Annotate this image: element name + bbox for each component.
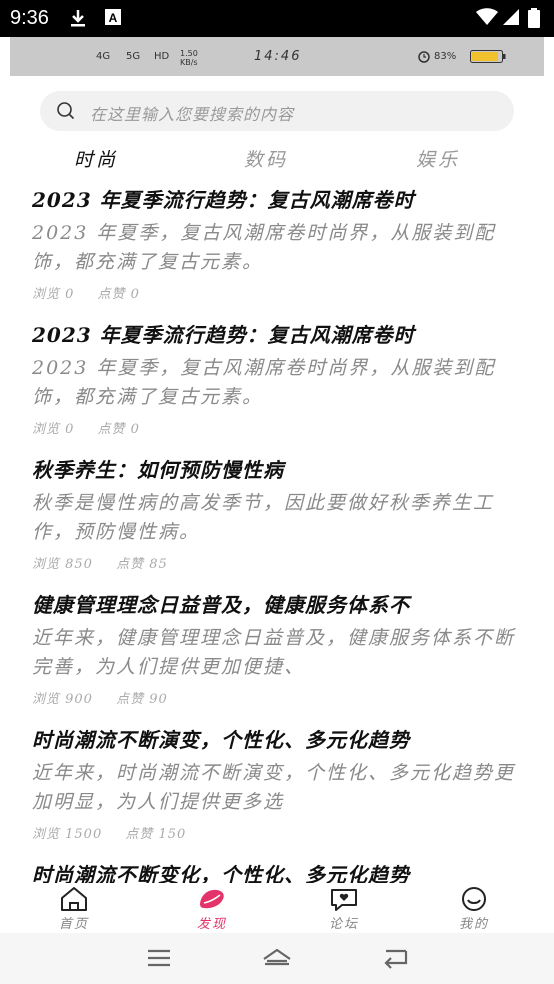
nav-profile[interactable]: 我的	[434, 883, 514, 932]
article-summary: 秋季是慢性病的高发季节，因此要做好秋季养生工作，预防慢性病。	[32, 492, 495, 543]
list-item[interactable]: 2023 年夏季流行趋势：复古风潮席卷时 2023 年夏季，复古风潮席卷时尚界，…	[32, 318, 524, 437]
system-navigation-bar	[0, 933, 554, 984]
back-icon[interactable]	[382, 947, 410, 973]
home-button-icon[interactable]	[262, 947, 292, 973]
article-stats: 浏览 0 点赞 0	[32, 418, 524, 437]
article-feed: 2023 年夏季流行趋势：复古风潮席卷时 2023 年夏季，复古风潮席卷时尚界，…	[10, 177, 544, 893]
tab-fashion[interactable]: 时尚	[74, 145, 118, 172]
nav-discover-label: 发现	[196, 917, 227, 932]
alarm-icon	[418, 51, 430, 66]
search-icon	[56, 101, 76, 125]
list-item[interactable]: 时尚潮流不断演变，个性化、多元化趋势 近年来，时尚潮流不断演变，个性化、多元化趋…	[32, 723, 524, 842]
article-title: 秋季养生：如何预防慢性病	[32, 458, 284, 482]
article-stats: 浏览 1500 点赞 150	[32, 823, 524, 842]
nav-forum-label: 论坛	[328, 917, 359, 932]
svg-text:A: A	[109, 11, 118, 25]
like-count: 点赞 0	[97, 422, 140, 437]
tab-entertainment[interactable]: 娱乐	[416, 145, 460, 172]
nav-discover[interactable]: 发现	[172, 883, 252, 932]
list-item[interactable]: 2023 年夏季流行趋势：复古风潮席卷时 2023 年夏季，复古风潮席卷时尚界，…	[32, 183, 524, 302]
article-summary: 2023 年夏季，复古风潮席卷时尚界，从服装到配饰，都充满了复古元素。	[32, 357, 496, 408]
article-title: 2023 年夏季流行趋势：复古风潮席卷时	[32, 188, 415, 212]
smiley-face-icon	[462, 887, 486, 911]
like-count: 点赞 90	[116, 692, 168, 707]
tab-digital[interactable]: 数码	[244, 145, 288, 172]
article-summary: 2023 年夏季，复古风潮席卷时尚界，从服装到配饰，都充满了复古元素。	[32, 222, 496, 273]
nav-profile-label: 我的	[458, 917, 489, 932]
view-count: 浏览 850	[32, 557, 93, 572]
view-count: 浏览 1500	[32, 827, 103, 842]
view-count: 浏览 0	[32, 422, 75, 437]
view-count: 浏览 0	[32, 287, 75, 302]
signal-5g-label: 5G	[126, 51, 141, 62]
article-stats: 浏览 0 点赞 0	[32, 283, 524, 302]
menu-icon[interactable]	[146, 947, 172, 973]
article-summary: 近年来，时尚潮流不断演变，个性化、多元化趋势更加明显，为人们提供更多选	[32, 762, 516, 813]
inner-battery-icon	[470, 50, 506, 66]
battery-percent: 83%	[434, 51, 457, 62]
search-bar[interactable]: 在这里输入您要搜索的内容	[40, 91, 514, 131]
nav-forum[interactable]: 论坛	[304, 883, 384, 932]
download-icon	[68, 8, 88, 32]
search-placeholder: 在这里输入您要搜索的内容	[90, 105, 295, 124]
inner-clock: 14:46	[254, 49, 302, 64]
wifi-icon	[476, 8, 498, 30]
category-tabs: 时尚 数码 娱乐	[10, 141, 544, 177]
net-speed: 1.50 KB/s	[180, 49, 198, 67]
like-count: 点赞 150	[125, 827, 187, 842]
article-stats: 浏览 900 点赞 90	[32, 688, 524, 707]
view-count: 浏览 900	[32, 692, 93, 707]
like-count: 点赞 85	[116, 557, 168, 572]
text-a-icon: A	[104, 8, 122, 30]
home-icon	[61, 887, 87, 911]
system-clock: 9:36	[10, 7, 49, 29]
signal-4g-label: 4G	[96, 51, 111, 62]
bottom-navigation: 首页 发现 论坛 我的	[10, 883, 544, 933]
cell-signal-icon	[502, 8, 520, 30]
article-title: 健康管理理念日益普及，健康服务体系不	[32, 593, 410, 617]
battery-icon	[528, 8, 540, 32]
app-window: 4G 5G HD 1.50 KB/s 14:46 83% 在这里输入您要搜索的内…	[10, 37, 544, 933]
article-title: 时尚潮流不断演变，个性化、多元化趋势	[32, 728, 410, 752]
list-item[interactable]: 秋季养生：如何预防慢性病 秋季是慢性病的高发季节，因此要做好秋季养生工作，预防慢…	[32, 453, 524, 572]
discover-lips-icon	[200, 889, 224, 909]
like-count: 点赞 0	[97, 287, 140, 302]
inner-status-bar: 4G 5G HD 1.50 KB/s 14:46 83%	[10, 37, 544, 76]
article-summary: 近年来，健康管理理念日益普及，健康服务体系不断完善，为人们提供更加便捷、	[32, 627, 516, 678]
hd-label: HD	[154, 51, 170, 62]
nav-home-label: 首页	[58, 917, 89, 932]
forum-chat-icon	[331, 889, 357, 911]
system-status-bar: 9:36 A	[0, 0, 554, 37]
article-stats: 浏览 850 点赞 85	[32, 553, 524, 572]
nav-home[interactable]: 首页	[34, 883, 114, 932]
list-item[interactable]: 健康管理理念日益普及，健康服务体系不 近年来，健康管理理念日益普及，健康服务体系…	[32, 588, 524, 707]
article-title: 2023 年夏季流行趋势：复古风潮席卷时	[32, 323, 415, 347]
